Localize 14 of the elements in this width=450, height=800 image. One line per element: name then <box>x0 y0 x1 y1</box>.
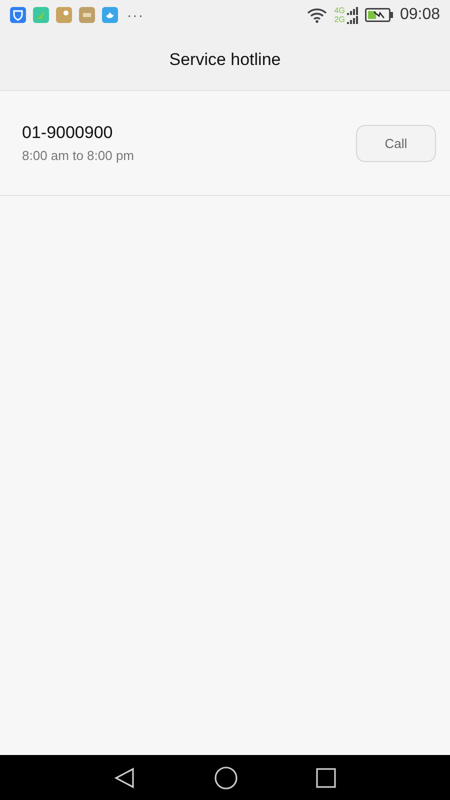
wifi-icon <box>307 8 328 22</box>
page-title: Service hotline <box>169 50 281 70</box>
home-icon[interactable] <box>214 766 238 790</box>
network-label: 2G <box>334 15 345 24</box>
clock: 09:08 <box>400 6 440 24</box>
service-hours: 8:00 am to 8:00 pm <box>22 148 136 163</box>
more-indicator: ··· <box>127 7 144 23</box>
recents-icon[interactable] <box>316 768 336 788</box>
back-icon[interactable] <box>114 766 136 788</box>
phone-number: 01-9000900 <box>22 123 114 143</box>
battery-icon <box>364 8 393 22</box>
call-button[interactable]: Call <box>356 124 436 162</box>
shield-icon <box>10 7 26 23</box>
network-label: 4G <box>334 6 345 15</box>
